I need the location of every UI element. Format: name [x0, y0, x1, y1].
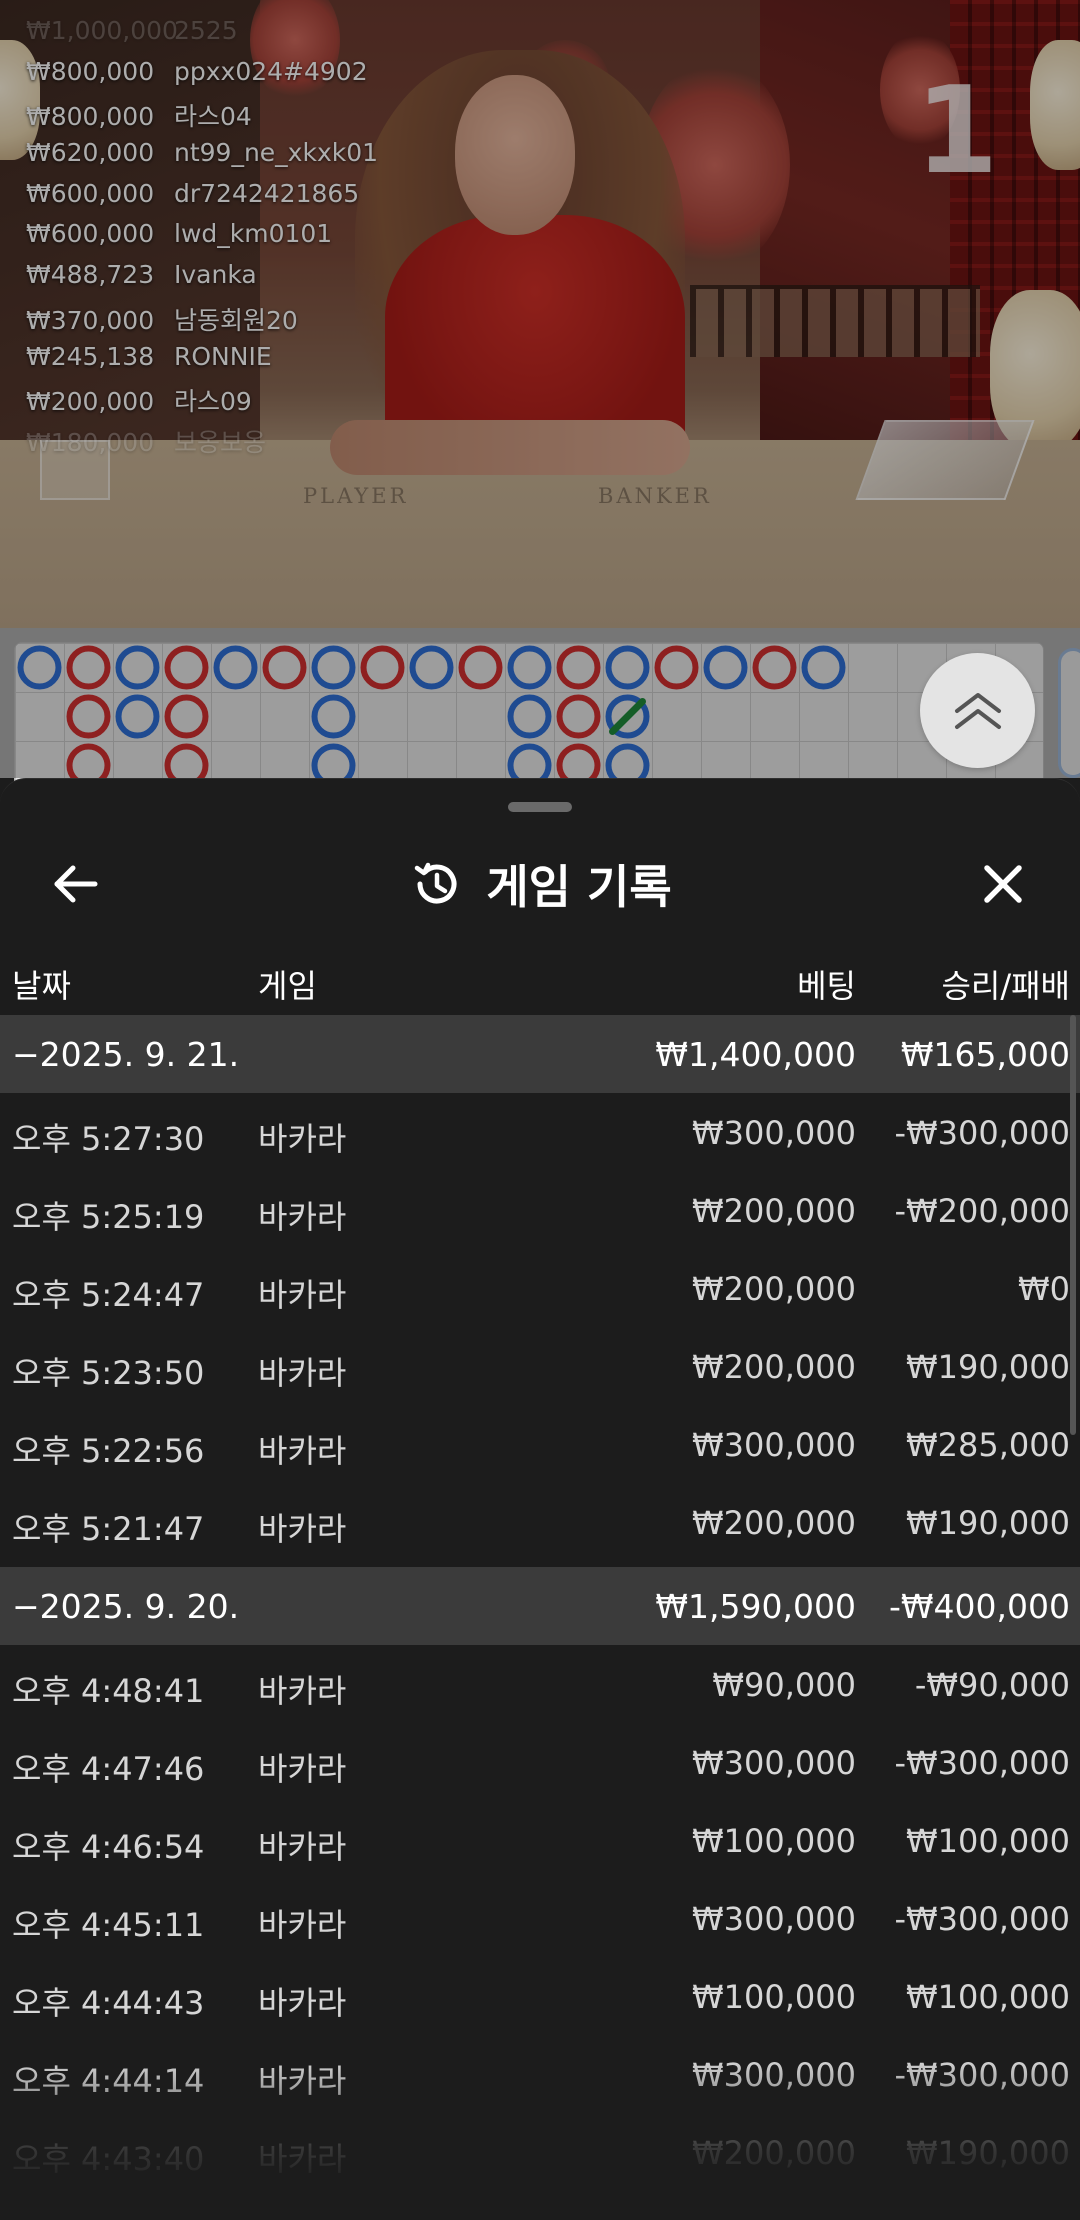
row-bet: ₩300,000 [692, 1426, 856, 1464]
game-history-sheet: 게임 기록 날짜 게임 베팅 승리/패배 −2025. 9. 21. ₩1,40… [0, 778, 1080, 2220]
history-row[interactable]: 오후 4:45:11 바카라 ₩300,000 -₩300,000 [0, 1879, 1080, 1957]
history-row[interactable]: 오후 4:48:41 바카라 ₩90,000 -₩90,000 [0, 1645, 1080, 1723]
column-header-bet[interactable]: 베팅 [797, 961, 856, 1007]
row-game: 바카라 [258, 1432, 347, 1470]
row-bet: ₩200,000 [692, 1270, 856, 1308]
row-game: 바카라 [258, 1906, 347, 1944]
history-row[interactable]: 오후 5:21:47 바카라 ₩200,000 ₩190,000 [0, 1483, 1080, 1561]
row-game: 바카라 [258, 1276, 347, 1314]
history-row[interactable]: 오후 4:46:54 바카라 ₩100,000 ₩100,000 [0, 1801, 1080, 1879]
row-result: ₩100,000 [906, 1822, 1070, 1860]
history-row[interactable]: 오후 5:25:19 바카라 ₩200,000 -₩200,000 [0, 1171, 1080, 1249]
row-time: 오후 5:22:56 [12, 1432, 205, 1470]
row-time: 오후 4:48:41 [12, 1672, 205, 1710]
sheet-header: 게임 기록 [0, 829, 1080, 939]
row-result: ₩190,000 [906, 1348, 1070, 1386]
row-game: 바카라 [258, 2062, 347, 2100]
row-bet: ₩200,000 [692, 1348, 856, 1386]
row-bet: ₩300,000 [692, 1114, 856, 1152]
date-group-header[interactable]: −2025. 9. 21. ₩1,400,000 ₩165,000 [0, 1015, 1080, 1093]
row-game: 바카라 [258, 1198, 347, 1236]
history-row[interactable]: 오후 5:22:56 바카라 ₩300,000 ₩285,000 [0, 1405, 1080, 1483]
row-result: -₩90,000 [914, 1666, 1070, 1704]
history-row[interactable]: 오후 4:44:14 바카라 ₩300,000 -₩300,000 [0, 2035, 1080, 2113]
history-list[interactable]: −2025. 9. 21. ₩1,400,000 ₩165,000 오후 5:2… [0, 1015, 1080, 2191]
row-result: ₩285,000 [906, 1426, 1070, 1464]
row-game: 바카라 [258, 1750, 347, 1788]
row-time: 오후 5:25:19 [12, 1198, 205, 1236]
row-game: 바카라 [258, 1120, 347, 1158]
row-result: ₩0 [1018, 1270, 1070, 1308]
history-row[interactable]: 오후 5:23:50 바카라 ₩200,000 ₩190,000 [0, 1327, 1080, 1405]
row-result: -₩200,000 [894, 1192, 1070, 1230]
row-result: -₩300,000 [894, 1900, 1070, 1938]
row-result: -₩300,000 [894, 1744, 1070, 1782]
group-date: −2025. 9. 21. [12, 1035, 240, 1074]
group-result-total: -₩400,000 [888, 1587, 1070, 1626]
row-game: 바카라 [258, 1672, 347, 1710]
row-bet: ₩300,000 [692, 1744, 856, 1782]
close-button[interactable] [970, 851, 1036, 917]
row-bet: ₩90,000 [712, 1666, 856, 1704]
group-date: −2025. 9. 20. [12, 1587, 240, 1626]
row-game: 바카라 [258, 1828, 347, 1866]
row-result: -₩300,000 [894, 1114, 1070, 1152]
row-time: 오후 5:27:30 [12, 1120, 205, 1158]
row-game: 바카라 [258, 1510, 347, 1548]
date-group-header[interactable]: −2025. 9. 20. ₩1,590,000 -₩400,000 [0, 1567, 1080, 1645]
group-bet-total: ₩1,400,000 [655, 1035, 856, 1074]
page-title: 게임 기록 [486, 860, 672, 914]
row-bet: ₩200,000 [692, 1504, 856, 1542]
row-game: 바카라 [258, 2140, 347, 2178]
column-headers: 날짜 게임 베팅 승리/패배 [0, 943, 1080, 1015]
close-icon [984, 865, 1022, 903]
row-bet: ₩100,000 [692, 1822, 856, 1860]
row-result: ₩190,000 [906, 2134, 1070, 2172]
history-icon [415, 862, 457, 904]
history-row[interactable]: 오후 4:44:43 바카라 ₩100,000 ₩100,000 [0, 1957, 1080, 2035]
row-time: 오후 4:46:54 [12, 1828, 205, 1866]
arrow-left-icon [54, 865, 98, 903]
history-row[interactable]: 오후 4:43:40 바카라 ₩200,000 ₩190,000 [0, 2113, 1080, 2191]
column-header-result[interactable]: 승리/패배 [941, 961, 1070, 1007]
title-group: 게임 기록 [0, 829, 1080, 939]
row-game: 바카라 [258, 1354, 347, 1392]
row-result: -₩300,000 [894, 2056, 1070, 2094]
row-bet: ₩100,000 [692, 1978, 856, 2016]
row-bet: ₩200,000 [692, 1192, 856, 1230]
list-scrollbar[interactable] [1070, 1015, 1076, 1435]
column-header-game[interactable]: 게임 [258, 961, 317, 1007]
modal-dim-overlay[interactable] [0, 0, 1080, 778]
row-result: ₩100,000 [906, 1978, 1070, 2016]
row-game: 바카라 [258, 1984, 347, 2022]
history-row[interactable]: 오후 4:47:46 바카라 ₩300,000 -₩300,000 [0, 1723, 1080, 1801]
app-root: { "video": { "round_number": "1", "table… [0, 0, 1080, 2220]
row-bet: ₩300,000 [692, 2056, 856, 2094]
group-result-total: ₩165,000 [900, 1035, 1070, 1074]
back-button[interactable] [42, 851, 108, 917]
row-time: 오후 4:43:40 [12, 2140, 205, 2178]
double-chevron-up-icon [954, 692, 1001, 729]
row-bet: ₩300,000 [692, 1900, 856, 1938]
row-time: 오후 4:45:11 [12, 1906, 205, 1944]
row-time: 오후 5:23:50 [12, 1354, 205, 1392]
history-row[interactable]: 오후 5:24:47 바카라 ₩200,000 ₩0 [0, 1249, 1080, 1327]
row-time: 오후 5:24:47 [12, 1276, 205, 1314]
row-time: 오후 4:47:46 [12, 1750, 205, 1788]
row-time: 오후 4:44:43 [12, 1984, 205, 2022]
history-row[interactable]: 오후 5:27:30 바카라 ₩300,000 -₩300,000 [0, 1093, 1080, 1171]
sheet-drag-handle[interactable] [508, 802, 572, 812]
row-bet: ₩200,000 [692, 2134, 856, 2172]
expand-roadmap-button[interactable] [920, 653, 1035, 768]
row-result: ₩190,000 [906, 1504, 1070, 1542]
column-header-date[interactable]: 날짜 [12, 961, 71, 1007]
row-time: 오후 5:21:47 [12, 1510, 205, 1548]
group-bet-total: ₩1,590,000 [655, 1587, 856, 1626]
row-time: 오후 4:44:14 [12, 2062, 205, 2100]
